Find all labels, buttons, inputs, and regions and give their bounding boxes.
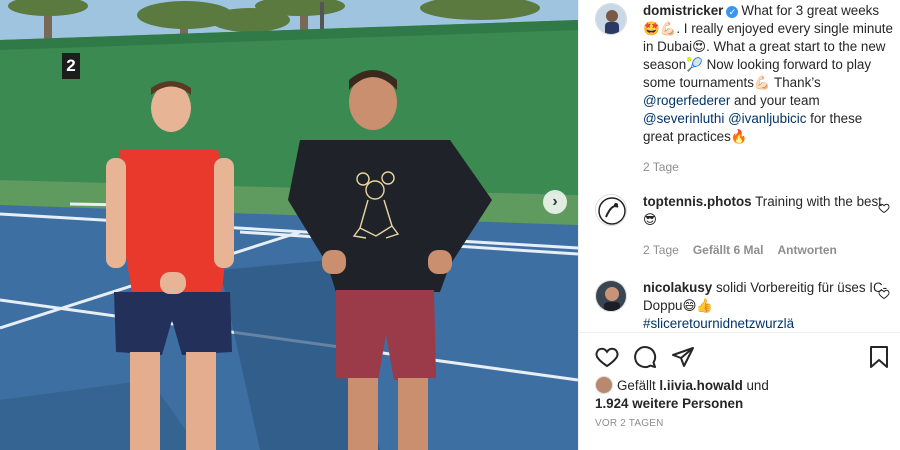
next-photo-button[interactable]: › (543, 190, 567, 214)
author-username[interactable]: domistricker (643, 3, 723, 18)
mention-ivanljubicic[interactable]: @ivanljubicic (728, 111, 806, 126)
verified-badge-icon: ✓ (726, 6, 739, 18)
likes-summary: Gefällt l.iivia.howald und 1.924 weitere… (595, 376, 875, 413)
caption-meta: 2 Tage (643, 158, 895, 176)
instagram-post-view: 2 › domistricker ✓ What for 3 great weeks … (0, 0, 900, 450)
comment-item: nicolakusy solidi Vorbereitig für üses I… (595, 279, 895, 333)
caption-text-part2: and your team (730, 93, 820, 108)
likes-prefix: Gefällt (617, 378, 660, 393)
comment-hashtag[interactable]: #sliceretournidnetzwurzlä (643, 315, 895, 333)
liker-username[interactable]: l.iivia.howald (659, 378, 742, 393)
comment-icon[interactable] (633, 345, 657, 369)
caption-time[interactable]: 2 Tage (643, 160, 679, 174)
mention-rogerfederer[interactable]: @rogerfederer (643, 93, 730, 108)
commenter-username[interactable]: toptennis.photos (643, 194, 752, 209)
post-actions: Gefällt l.iivia.howald und 1.924 weitere… (579, 332, 900, 450)
bookmark-icon[interactable] (867, 345, 891, 369)
post-side-panel: domistricker ✓ What for 3 great weeks 🤩💪🏻.… (578, 0, 900, 450)
comment-time[interactable]: 2 Tage (643, 243, 679, 257)
comment-meta: 2 Tage Gefällt 6 Mal Antworten (643, 241, 895, 259)
author-avatar[interactable] (595, 3, 627, 35)
action-bar (595, 345, 695, 369)
comment-item: toptennis.photos Training with the best … (595, 193, 895, 259)
chevron-right-icon: › (552, 193, 558, 210)
share-icon[interactable] (671, 345, 695, 369)
tennis-court-photo (0, 0, 578, 450)
likes-count[interactable]: 1.924 weitere Personen (595, 396, 743, 411)
caption-body: domistricker ✓ What for 3 great weeks 🤩💪🏻.… (643, 2, 895, 176)
court-number-sign: 2 (62, 53, 80, 79)
comment-body: nicolakusy solidi Vorbereitig für üses I… (643, 279, 895, 333)
mention-severinluthi[interactable]: @severinluthi (643, 111, 724, 126)
post-caption: domistricker ✓ What for 3 great weeks 🤩💪🏻.… (595, 2, 895, 176)
posted-time[interactable]: VOR 2 TAGEN (595, 418, 664, 429)
commenter-username[interactable]: nicolakusy (643, 280, 712, 295)
likes-middle: und (742, 378, 769, 393)
commenter-avatar[interactable] (595, 280, 627, 312)
like-comment-heart-icon[interactable] (878, 288, 890, 300)
comment-body: toptennis.photos Training with the best … (643, 193, 895, 259)
liker-avatar[interactable] (595, 376, 613, 394)
post-photo[interactable]: 2 › (0, 0, 578, 450)
heart-icon[interactable] (595, 345, 619, 369)
comment-likes-count[interactable]: Gefällt 6 Mal (693, 243, 764, 257)
like-comment-heart-icon[interactable] (878, 202, 890, 214)
commenter-avatar[interactable] (595, 194, 627, 226)
reply-button[interactable]: Antworten (778, 243, 837, 257)
